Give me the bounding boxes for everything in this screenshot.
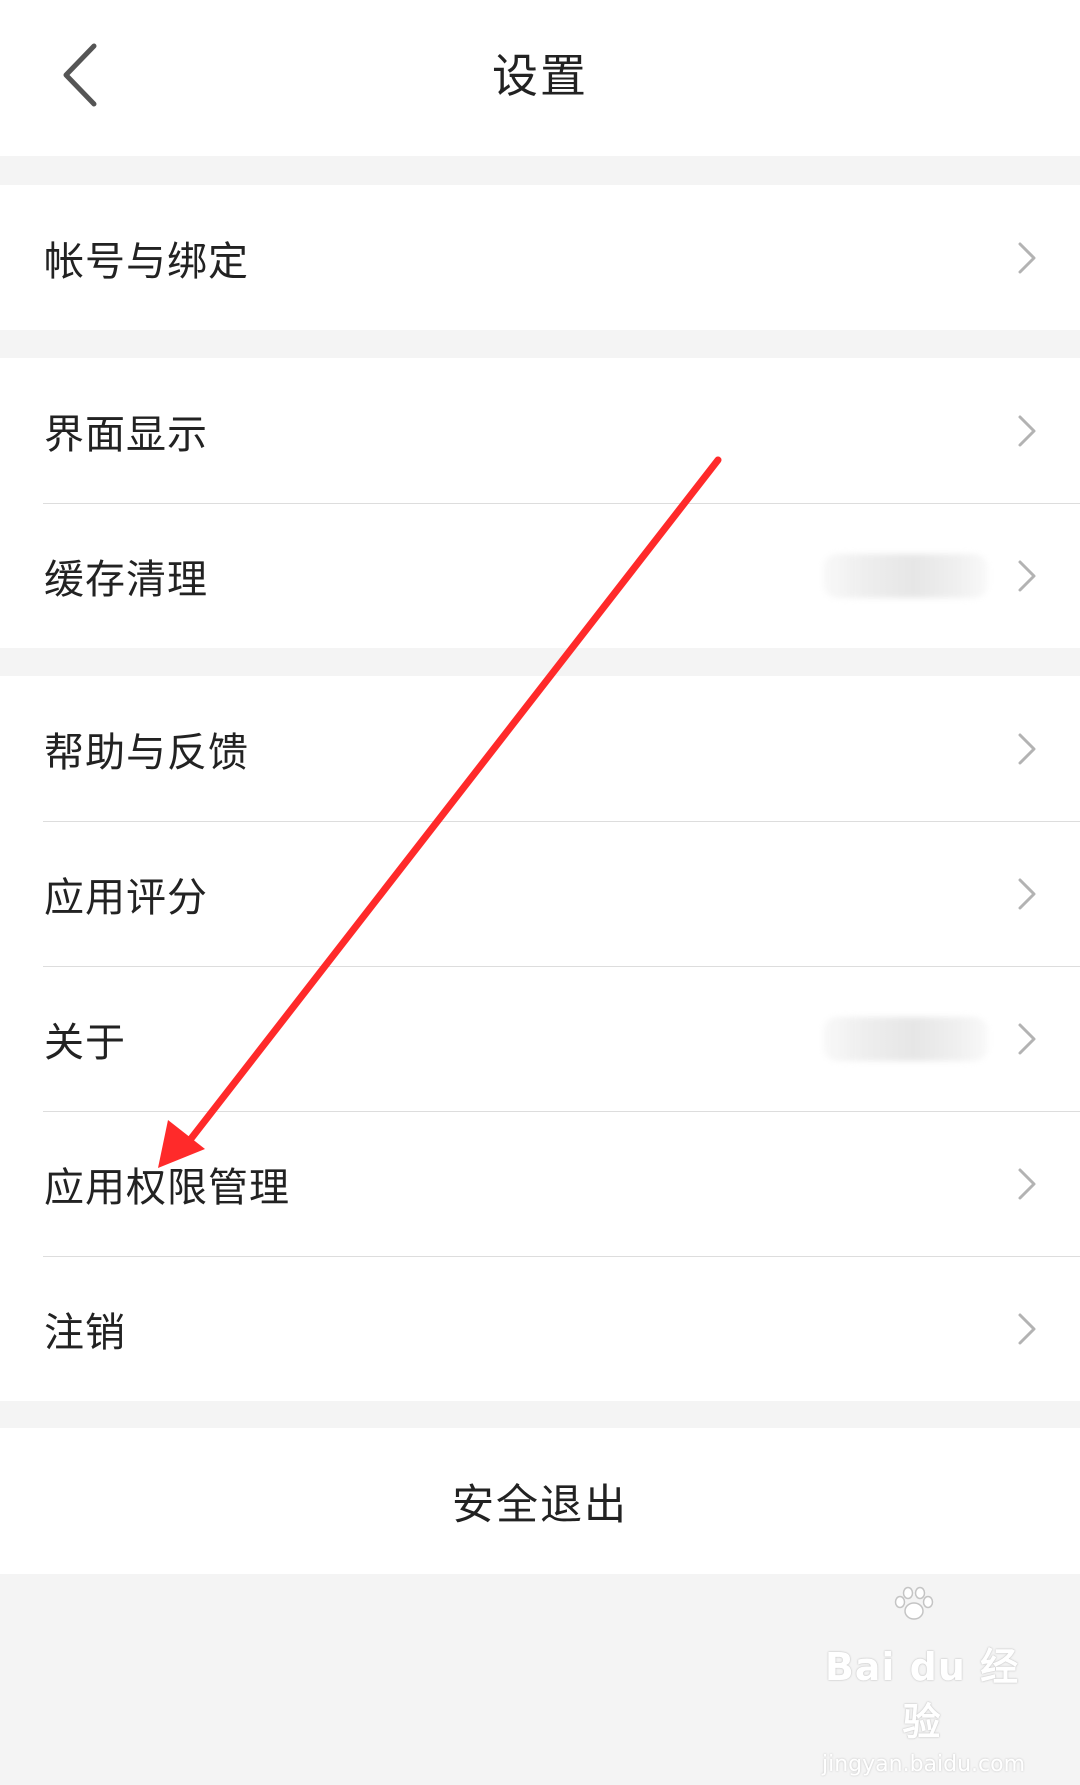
chevron-right-icon xyxy=(1018,560,1036,591)
settings-item-label: 注销 xyxy=(44,1309,126,1356)
settings-item-label: 界面显示 xyxy=(44,411,208,458)
settings-item-label: 关于 xyxy=(44,1019,126,1066)
settings-item-about[interactable]: 关于 xyxy=(0,966,1080,1111)
chevron-right-icon xyxy=(1018,415,1036,446)
settings-item-label: 应用评分 xyxy=(44,874,208,921)
chevron-right-icon xyxy=(1018,1023,1036,1054)
settings-group-account: 帐号与绑定 xyxy=(0,185,1080,330)
settings-item-account-binding[interactable]: 帐号与绑定 xyxy=(0,185,1080,330)
settings-item-rate-app[interactable]: 应用评分 xyxy=(0,821,1080,966)
watermark-sub-text: jingyan.baidu.com xyxy=(822,1752,1026,1777)
settings-item-deregister[interactable]: 注销 xyxy=(0,1256,1080,1401)
cache-size-value-blurred xyxy=(823,553,988,598)
chevron-right-icon xyxy=(1018,242,1036,273)
settings-item-help-feedback[interactable]: 帮助与反馈 xyxy=(0,676,1080,821)
chevron-right-icon xyxy=(1018,733,1036,764)
chevron-right-icon xyxy=(1018,1313,1036,1344)
paw-logo-icon xyxy=(894,1586,934,1620)
page-title: 设置 xyxy=(492,49,588,103)
settings-group-display: 界面显示 缓存清理 xyxy=(0,358,1080,648)
settings-item-label: 应用权限管理 xyxy=(44,1164,290,1211)
settings-item-app-permissions[interactable]: 应用权限管理 xyxy=(0,1111,1080,1256)
settings-group-general: 帮助与反馈 应用评分 关于 应用权限管理 注销 xyxy=(0,676,1080,1401)
settings-item-label: 缓存清理 xyxy=(44,556,208,603)
settings-item-clear-cache[interactable]: 缓存清理 xyxy=(0,503,1080,648)
chevron-right-icon xyxy=(1018,878,1036,909)
chevron-right-icon xyxy=(1018,1168,1036,1199)
top-bar: 设置 xyxy=(0,0,1080,156)
logout-button[interactable]: 安全退出 xyxy=(0,1428,1080,1574)
version-value-blurred xyxy=(823,1016,988,1061)
settings-item-display[interactable]: 界面显示 xyxy=(0,358,1080,503)
baidu-jingyan-watermark: Bai du 经验 jingyan.baidu.com xyxy=(822,1586,1025,1777)
settings-item-label: 帐号与绑定 xyxy=(44,238,249,285)
settings-item-label: 帮助与反馈 xyxy=(44,729,249,776)
watermark-main-text: Bai du 经验 xyxy=(824,1645,1020,1744)
